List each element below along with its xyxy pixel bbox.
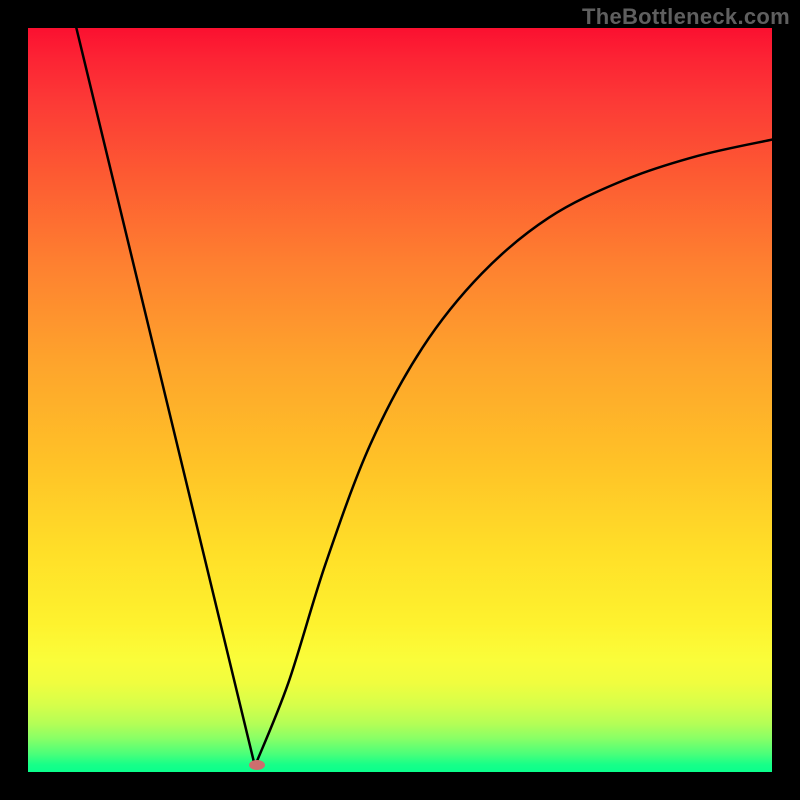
watermark-text: TheBottleneck.com: [582, 4, 790, 30]
plot-area: [28, 28, 772, 772]
minimum-marker: [249, 760, 265, 770]
curve-left-segment: [76, 28, 255, 766]
curve-svg: [28, 28, 772, 772]
curve-right-segment: [255, 140, 772, 766]
chart-frame: TheBottleneck.com: [0, 0, 800, 800]
